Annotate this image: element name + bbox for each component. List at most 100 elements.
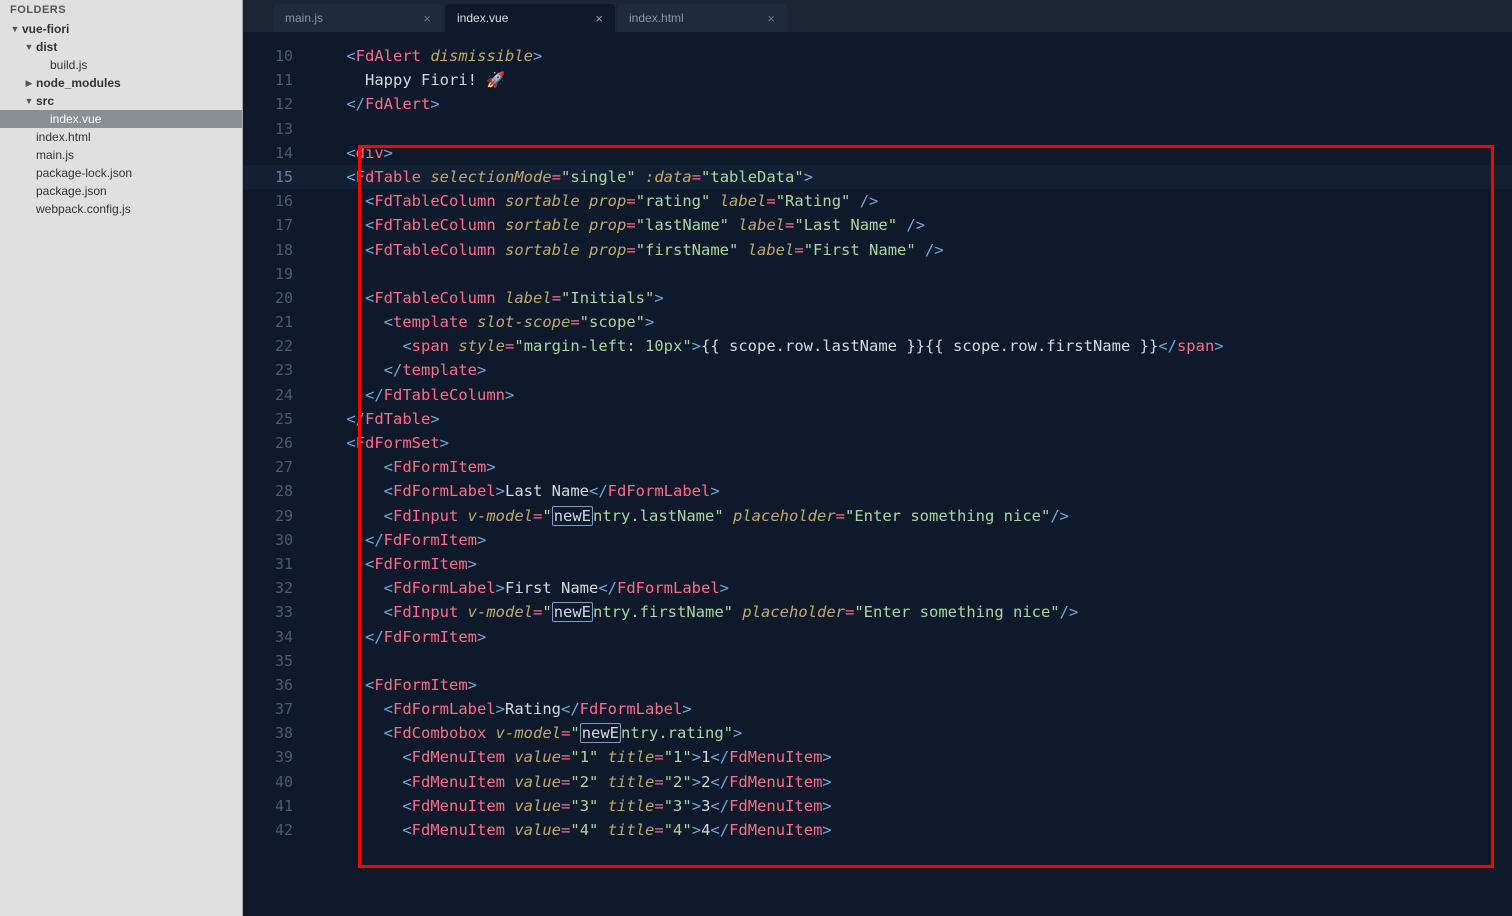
code-line[interactable]: <FdInput v-model="newEntry.firstName" pl… <box>307 600 1512 624</box>
line-number: 28 <box>243 479 307 503</box>
line-number: 17 <box>243 213 307 237</box>
code-line[interactable]: </FdTable> <box>307 407 1512 431</box>
code-line[interactable]: <FdTableColumn label="Initials"> <box>307 286 1512 310</box>
code-line[interactable]: <div> <box>307 141 1512 165</box>
file-item[interactable]: main.js <box>0 146 242 164</box>
line-number: 16 <box>243 189 307 213</box>
file-item[interactable]: index.html <box>0 128 242 146</box>
file-item[interactable]: index.vue <box>0 110 242 128</box>
sidebar: FOLDERS ▼vue-fiori▼distbuild.js▶node_mod… <box>0 0 243 916</box>
file-item[interactable]: package-lock.json <box>0 164 242 182</box>
code-line[interactable]: <span style="margin-left: 10px">{{ scope… <box>307 334 1512 358</box>
code-line[interactable]: Happy Fiori! 🚀 <box>307 68 1512 92</box>
line-number: 12 <box>243 92 307 116</box>
code-line[interactable]: <FdInput v-model="newEntry.lastName" pla… <box>307 504 1512 528</box>
line-number: 34 <box>243 625 307 649</box>
chevron-down-icon: ▼ <box>10 24 20 34</box>
code-line[interactable]: <FdMenuItem value="1" title="1">1</FdMen… <box>307 745 1512 769</box>
line-number: 11 <box>243 68 307 92</box>
tree-item-label: webpack.config.js <box>36 202 131 216</box>
line-number: 41 <box>243 794 307 818</box>
tree-item-label: main.js <box>36 148 74 162</box>
tree-item-label: dist <box>36 40 57 54</box>
close-icon[interactable]: × <box>767 11 775 26</box>
line-gutter: 1011121314151617181920212223242526272829… <box>243 32 307 916</box>
line-number: 32 <box>243 576 307 600</box>
line-number: 38 <box>243 721 307 745</box>
line-number: 21 <box>243 310 307 334</box>
code-line[interactable]: </FdTableColumn> <box>307 383 1512 407</box>
line-number: 30 <box>243 528 307 552</box>
chevron-down-icon: ▼ <box>24 96 34 106</box>
tab-label: index.vue <box>457 11 508 25</box>
file-item[interactable]: webpack.config.js <box>0 200 242 218</box>
code-line[interactable]: <FdMenuItem value="2" title="2">2</FdMen… <box>307 770 1512 794</box>
tree-item-label: index.html <box>36 130 91 144</box>
line-number: 25 <box>243 407 307 431</box>
folder-item[interactable]: ▼vue-fiori <box>0 20 242 38</box>
editor-tab[interactable]: index.html× <box>617 4 787 32</box>
file-item[interactable]: package.json <box>0 182 242 200</box>
code-line[interactable]: <template slot-scope="scope"> <box>307 310 1512 334</box>
code-line[interactable] <box>307 117 1512 141</box>
code-line[interactable]: <FdFormLabel>Rating</FdFormLabel> <box>307 697 1512 721</box>
code-line[interactable] <box>307 262 1512 286</box>
tree-item-label: node_modules <box>36 76 121 90</box>
tree-item-label: src <box>36 94 54 108</box>
line-number: 15 <box>243 165 307 189</box>
close-icon[interactable]: × <box>423 11 431 26</box>
folder-item[interactable]: ▶node_modules <box>0 74 242 92</box>
line-number: 20 <box>243 286 307 310</box>
tree-item-label: vue-fiori <box>22 22 69 36</box>
line-number: 14 <box>243 141 307 165</box>
code-line[interactable]: </FdAlert> <box>307 92 1512 116</box>
code-line[interactable]: </FdFormItem> <box>307 625 1512 649</box>
code-line[interactable]: <FdTableColumn sortable prop="lastName" … <box>307 213 1512 237</box>
code-line[interactable]: <FdMenuItem value="4" title="4">4</FdMen… <box>307 818 1512 842</box>
line-number: 42 <box>243 818 307 842</box>
line-number: 13 <box>243 117 307 141</box>
editor-area: main.js×index.vue×index.html× 1011121314… <box>243 0 1512 916</box>
line-number: 29 <box>243 504 307 528</box>
code-line[interactable]: <FdTableColumn sortable prop="rating" la… <box>307 189 1512 213</box>
code-line[interactable]: <FdTable selectionMode="single" :data="t… <box>307 165 1512 189</box>
tree-item-label: package.json <box>36 184 107 198</box>
code-line[interactable] <box>307 649 1512 673</box>
file-item[interactable]: build.js <box>0 56 242 74</box>
code-line[interactable]: <FdFormSet> <box>307 431 1512 455</box>
tree-item-label: package-lock.json <box>36 166 132 180</box>
folder-item[interactable]: ▼dist <box>0 38 242 56</box>
file-tree: ▼vue-fiori▼distbuild.js▶node_modules▼src… <box>0 20 242 218</box>
code-line[interactable]: <FdFormItem> <box>307 455 1512 479</box>
line-number: 33 <box>243 600 307 624</box>
code-line[interactable]: <FdFormLabel>First Name</FdFormLabel> <box>307 576 1512 600</box>
line-number: 26 <box>243 431 307 455</box>
sidebar-header: FOLDERS <box>0 0 242 20</box>
editor-tab[interactable]: main.js× <box>273 4 443 32</box>
line-number: 31 <box>243 552 307 576</box>
line-number: 24 <box>243 383 307 407</box>
tree-item-label: index.vue <box>50 112 101 126</box>
code-line[interactable]: <FdFormLabel>Last Name</FdFormLabel> <box>307 479 1512 503</box>
line-number: 39 <box>243 745 307 769</box>
tree-item-label: build.js <box>50 58 87 72</box>
editor-body: 1011121314151617181920212223242526272829… <box>243 32 1512 916</box>
line-number: 10 <box>243 44 307 68</box>
code-line[interactable]: <FdTableColumn sortable prop="firstName"… <box>307 238 1512 262</box>
code-line[interactable]: </template> <box>307 358 1512 382</box>
line-number: 36 <box>243 673 307 697</box>
close-icon[interactable]: × <box>595 11 603 26</box>
code-line[interactable]: <FdCombobox v-model="newEntry.rating"> <box>307 721 1512 745</box>
code-line[interactable]: </FdFormItem> <box>307 528 1512 552</box>
editor-tab[interactable]: index.vue × <box>445 4 615 32</box>
line-number: 19 <box>243 262 307 286</box>
folder-item[interactable]: ▼src <box>0 92 242 110</box>
chevron-right-icon: ▶ <box>24 78 34 89</box>
code-line[interactable]: <FdFormItem> <box>307 673 1512 697</box>
code-line[interactable]: <FdMenuItem value="3" title="3">3</FdMen… <box>307 794 1512 818</box>
code-line[interactable]: <FdFormItem> <box>307 552 1512 576</box>
code-line[interactable]: <FdAlert dismissible> <box>307 44 1512 68</box>
chevron-down-icon: ▼ <box>24 42 34 52</box>
line-number: 22 <box>243 334 307 358</box>
code-area[interactable]: <FdAlert dismissible> Happy Fiori! 🚀 </F… <box>307 32 1512 916</box>
